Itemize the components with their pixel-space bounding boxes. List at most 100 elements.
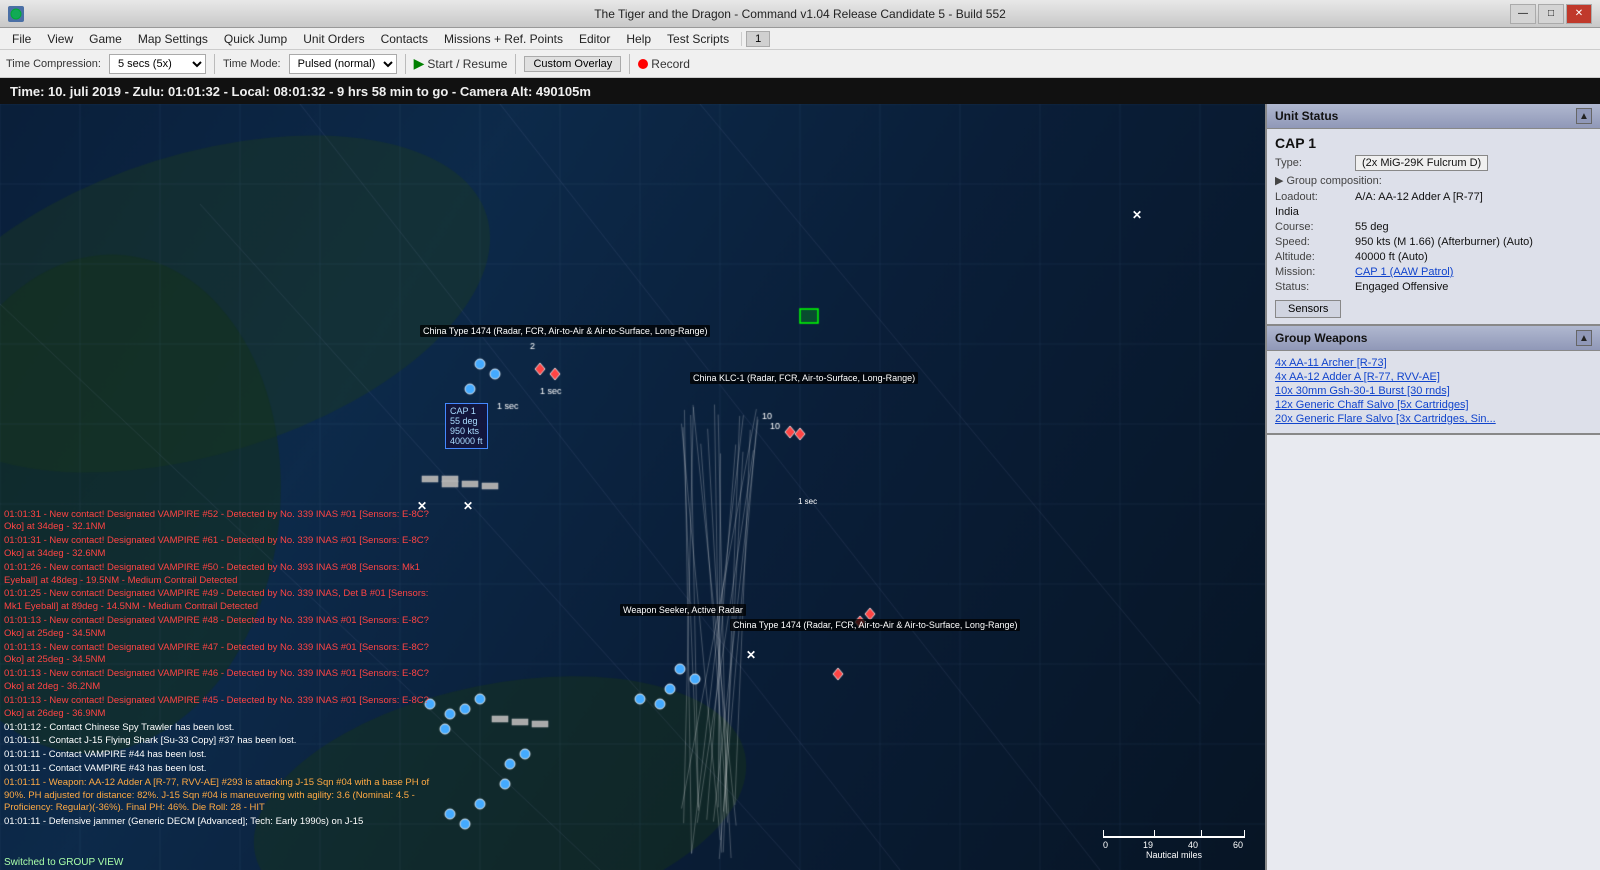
- loadout-label: Loadout:: [1275, 191, 1355, 203]
- status-row: Status: Engaged Offensive: [1275, 281, 1592, 293]
- weapon-item-3[interactable]: 12x Generic Chaff Salvo [5x Cartridges]: [1275, 399, 1592, 411]
- unit-status-header: Unit Status ▲: [1267, 104, 1600, 129]
- scale-unit-label: Nautical miles: [1103, 850, 1245, 860]
- play-icon: ▶: [414, 55, 425, 72]
- time-status-bar: Time: 10. juli 2019 - Zulu: 01:01:32 - L…: [0, 78, 1600, 104]
- group-weapons-collapse-btn[interactable]: ▲: [1576, 330, 1592, 346]
- time-mode-label: Time Mode:: [223, 58, 281, 70]
- group-weapons-header: Group Weapons ▲: [1267, 326, 1600, 351]
- unit-status-title: Unit Status: [1275, 109, 1338, 123]
- minimize-button[interactable]: —: [1510, 4, 1536, 24]
- menu-help[interactable]: Help: [618, 30, 659, 48]
- window-title: The Tiger and the Dragon - Command v1.04…: [594, 7, 1006, 21]
- toolbar: Time Compression: 5 secs (5x) 1 sec (1x)…: [0, 50, 1600, 78]
- scale-line-1: [1104, 836, 1154, 838]
- type-value[interactable]: (2x MiG-29K Fulcrum D): [1355, 155, 1488, 171]
- altitude-value: 40000 ft: [1355, 251, 1395, 263]
- unit-type-row: Type: (2x MiG-29K Fulcrum D): [1275, 155, 1592, 171]
- menu-bar: File View Game Map Settings Quick Jump U…: [0, 28, 1600, 50]
- group-weapons-section: Group Weapons ▲ 4x AA-11 Archer [R-73]4x…: [1267, 326, 1600, 435]
- course-row: Course: 55 deg: [1275, 221, 1592, 233]
- menu-game[interactable]: Game: [81, 30, 130, 48]
- record-dot-icon: [638, 59, 648, 69]
- menu-test-scripts[interactable]: Test Scripts: [659, 30, 737, 48]
- time-compression-label: Time Compression:: [6, 58, 101, 70]
- unit-name: CAP 1: [1275, 135, 1592, 151]
- weapon-item-0[interactable]: 4x AA-11 Archer [R-73]: [1275, 357, 1592, 369]
- toolbar-sep-1: [214, 54, 215, 74]
- title-bar: The Tiger and the Dragon - Command v1.04…: [0, 0, 1600, 28]
- time-compression-select[interactable]: 5 secs (5x) 1 sec (1x) 15 secs (15x) 30 …: [109, 54, 206, 74]
- start-resume-label: Start / Resume: [427, 57, 507, 71]
- close-button[interactable]: ✕: [1566, 4, 1592, 24]
- window-controls: — □ ✕: [1510, 4, 1592, 24]
- main-layout: China Type 1474 (Radar, FCR, Air-to-Air …: [0, 104, 1600, 870]
- right-panel: Unit Status ▲ CAP 1 Type: (2x MiG-29K Fu…: [1265, 104, 1600, 870]
- scale-line-3: [1202, 836, 1244, 838]
- menu-unit-orders[interactable]: Unit Orders: [295, 30, 372, 48]
- record-label: Record: [651, 57, 690, 71]
- menu-view[interactable]: View: [39, 30, 81, 48]
- app-icon: [8, 6, 24, 22]
- scale-label-3: 60: [1233, 840, 1243, 850]
- altitude-row: Altitude: 40000 ft (Auto): [1275, 251, 1592, 263]
- group-comp-label: Group composition:: [1286, 175, 1381, 187]
- weapon-item-1[interactable]: 4x AA-12 Adder A [R-77, RVV-AE]: [1275, 371, 1592, 383]
- scale-label-0: 0: [1103, 840, 1108, 850]
- weapon-item-4[interactable]: 20x Generic Flare Salvo [3x Cartridges, …: [1275, 413, 1592, 425]
- toolbar-sep-2: [405, 54, 406, 74]
- altitude-label: Altitude:: [1275, 251, 1355, 263]
- custom-overlay-button[interactable]: Custom Overlay: [524, 56, 621, 72]
- weapons-content: 4x AA-11 Archer [R-73] 4x AA-12 Adder A […: [1267, 351, 1600, 433]
- speed-value: 950 kts (M 1.66) (Afterburner): [1355, 236, 1500, 248]
- speed-label: Speed:: [1275, 236, 1355, 248]
- status-label: Status:: [1275, 281, 1355, 293]
- mission-link[interactable]: CAP 1 (AAW Patrol): [1355, 266, 1453, 278]
- maximize-button[interactable]: □: [1538, 4, 1564, 24]
- course-value: 55 deg: [1355, 221, 1389, 233]
- loadout-row: Loadout: A/A: AA-12 Adder A [R-77]: [1275, 191, 1592, 203]
- scale-bar: 0 19 40 60 Nautical miles: [1103, 830, 1245, 860]
- loadout-value: A/A: AA-12 Adder A [R-77]: [1355, 191, 1483, 203]
- map-canvas: [0, 104, 1265, 870]
- chevron-icon: ▶: [1275, 174, 1283, 187]
- time-status-text: Time: 10. juli 2019 - Zulu: 01:01:32 - L…: [10, 84, 591, 99]
- speed-mode: (Auto): [1503, 236, 1533, 248]
- menu-quick-jump[interactable]: Quick Jump: [216, 30, 295, 48]
- record-button[interactable]: Record: [638, 57, 690, 71]
- course-label: Course:: [1275, 221, 1355, 233]
- country-value: India: [1275, 206, 1299, 218]
- country-row: India: [1275, 206, 1592, 218]
- sensors-button[interactable]: Sensors: [1275, 300, 1341, 318]
- toolbar-sep-3: [515, 54, 516, 74]
- scale-tick-3: [1244, 830, 1245, 838]
- mission-label: Mission:: [1275, 266, 1355, 278]
- map-area[interactable]: China Type 1474 (Radar, FCR, Air-to-Air …: [0, 104, 1265, 870]
- unit-status-collapse-btn[interactable]: ▲: [1576, 108, 1592, 124]
- status-value: Engaged Offensive: [1355, 281, 1448, 293]
- menu-missions-ref[interactable]: Missions + Ref. Points: [436, 30, 571, 48]
- scale-labels: 0 19 40 60: [1103, 840, 1243, 850]
- start-resume-button[interactable]: ▶ Start / Resume: [414, 55, 508, 72]
- menu-contacts[interactable]: Contacts: [373, 30, 436, 48]
- menu-separator: [741, 32, 742, 46]
- scale-label-1: 19: [1143, 840, 1153, 850]
- mission-row: Mission: CAP 1 (AAW Patrol): [1275, 266, 1592, 278]
- toolbar-sep-4: [629, 54, 630, 74]
- menu-file[interactable]: File: [4, 30, 39, 48]
- scenario-tab[interactable]: 1: [746, 31, 770, 47]
- unit-status-content: CAP 1 Type: (2x MiG-29K Fulcrum D) ▶ Gro…: [1267, 129, 1600, 324]
- group-comp-toggle[interactable]: ▶ Group composition:: [1275, 174, 1592, 187]
- speed-row: Speed: 950 kts (M 1.66) (Afterburner) (A…: [1275, 236, 1592, 248]
- scale-label-2: 40: [1188, 840, 1198, 850]
- weapon-item-2[interactable]: 10x 30mm Gsh-30-1 Burst [30 rnds]: [1275, 385, 1592, 397]
- menu-map-settings[interactable]: Map Settings: [130, 30, 216, 48]
- menu-editor[interactable]: Editor: [571, 30, 618, 48]
- group-weapons-title: Group Weapons: [1275, 331, 1367, 345]
- type-label: Type:: [1275, 157, 1355, 169]
- altitude-mode: (Auto): [1398, 251, 1428, 263]
- time-mode-select[interactable]: Pulsed (normal) Continuous: [289, 54, 397, 74]
- unit-status-section: Unit Status ▲ CAP 1 Type: (2x MiG-29K Fu…: [1267, 104, 1600, 326]
- scale-line-2: [1155, 836, 1201, 838]
- status-bottom: Switched to GROUP VIEW: [4, 857, 123, 868]
